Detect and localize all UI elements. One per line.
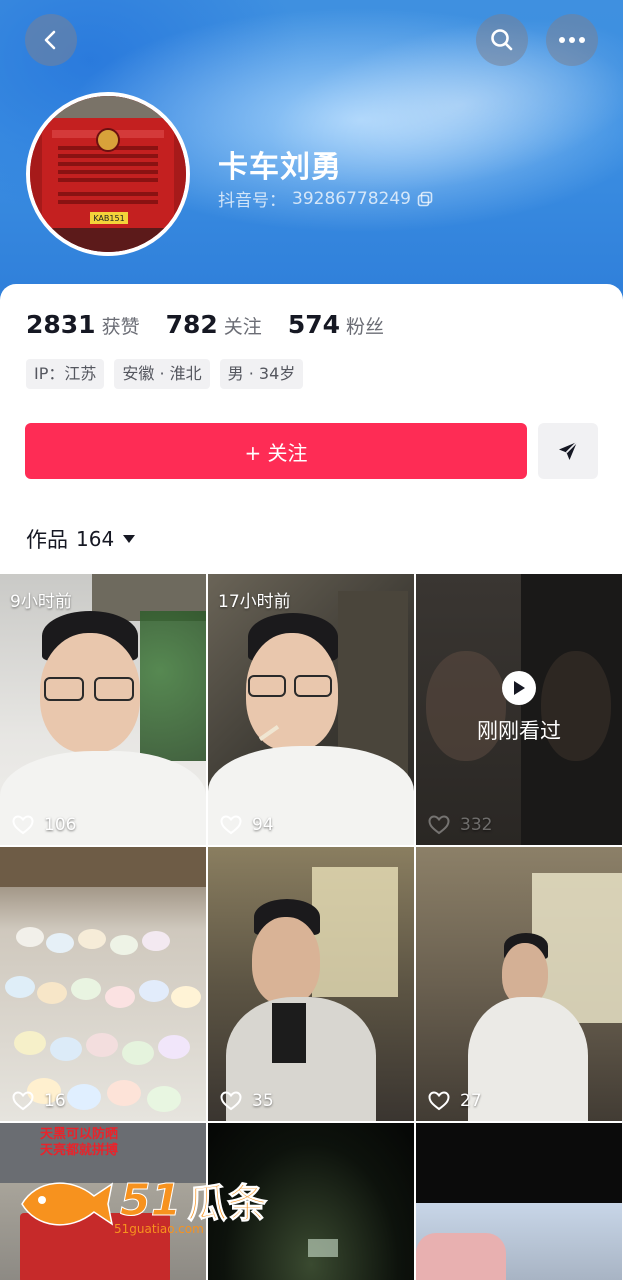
heart-icon	[12, 1091, 34, 1111]
video-tile[interactable]: 35	[208, 847, 414, 1121]
works-tab-count: 164	[76, 527, 115, 551]
video-tile[interactable]: 17小时前 94	[208, 571, 414, 845]
stat-following[interactable]: 782 关注	[166, 310, 262, 339]
tag-ip: IP：江苏	[26, 359, 105, 389]
tag-location[interactable]: 安徽 · 淮北	[114, 359, 210, 389]
tab-works[interactable]: 作品 164	[26, 524, 136, 554]
tag-gender-age: 男 · 34岁	[219, 359, 304, 389]
works-tab-label: 作品	[26, 528, 68, 552]
video-likes: 35	[220, 1091, 274, 1111]
heart-icon	[220, 815, 242, 835]
douyin-id-label: 抖音号：	[218, 191, 286, 211]
video-likes-count: 16	[44, 1091, 66, 1111]
douyin-id-value: 39286778249	[292, 188, 411, 209]
stat-followers[interactable]: 574 粉丝	[288, 310, 384, 339]
video-likes: 27	[428, 1091, 482, 1111]
profile-info-card: 2831 获赞 782 关注 574 粉丝 IP：江苏 安徽 · 淮北 男 · …	[0, 284, 623, 574]
back-button[interactable]	[25, 14, 77, 66]
video-likes-count: 94	[252, 815, 274, 835]
heart-icon	[428, 1091, 450, 1111]
video-time: 17小时前	[218, 592, 291, 612]
video-likes: 106	[12, 815, 76, 835]
watermark-logo: 51 瓜条 51guatiao.com	[18, 1170, 268, 1236]
avatar-truck-image: KAB151	[30, 96, 186, 252]
video-overlay-text: 天黑可以防晒 天亮都就拼搏	[40, 1127, 119, 1158]
more-button[interactable]	[546, 14, 598, 66]
stat-label: 粉丝	[346, 316, 385, 338]
follow-button[interactable]: + 关注	[25, 423, 527, 479]
profile-name: 卡车刘勇	[218, 150, 342, 185]
plate-text: KAB151	[93, 214, 124, 223]
watermark-url: 51guatiao.com	[114, 1222, 204, 1236]
message-button[interactable]	[538, 423, 598, 479]
heart-icon	[220, 1091, 242, 1111]
video-likes: 94	[220, 815, 274, 835]
stat-value: 574	[287, 310, 340, 339]
video-likes-count: 27	[460, 1091, 482, 1111]
stat-value: 2831	[26, 310, 96, 339]
stat-label: 关注	[223, 316, 262, 338]
video-tile[interactable]: 16	[0, 847, 206, 1121]
video-tile-watched[interactable]: 刚刚看过 332	[416, 571, 622, 845]
play-icon	[502, 671, 536, 705]
douyin-id: 抖音号： 39286778249	[218, 186, 433, 211]
copy-icon[interactable]	[417, 191, 433, 207]
watched-overlay: 刚刚看过	[416, 571, 622, 845]
video-time: 9小时前	[10, 592, 72, 612]
send-icon	[559, 441, 578, 460]
cups-image	[0, 847, 206, 1112]
video-tile[interactable]: 9小时前 106	[0, 571, 206, 845]
stats-row: 2831 获赞 782 关注 574 粉丝	[26, 310, 410, 339]
fish-icon	[21, 1182, 114, 1226]
more-icon	[559, 37, 585, 43]
stat-likes[interactable]: 2831 获赞	[26, 310, 140, 339]
video-tile[interactable]	[416, 1123, 622, 1280]
search-button[interactable]	[476, 14, 528, 66]
stat-label: 获赞	[101, 316, 140, 338]
profile-tags: IP：江苏 安徽 · 淮北 男 · 34岁	[26, 359, 304, 389]
watermark-number: 51	[119, 1174, 182, 1226]
video-tile[interactable]: 27	[416, 847, 622, 1121]
heart-icon	[12, 815, 34, 835]
video-likes: 16	[12, 1091, 66, 1111]
avatar[interactable]: KAB151	[26, 92, 190, 256]
stat-value: 782	[165, 310, 218, 339]
chevron-left-icon	[44, 30, 56, 50]
caret-down-icon	[123, 535, 136, 543]
video-likes-count: 35	[252, 1091, 274, 1111]
watermark-name: 瓜条	[187, 1181, 268, 1228]
video-likes-count: 106	[44, 815, 77, 835]
search-icon	[491, 29, 513, 51]
watched-label: 刚刚看过	[477, 719, 561, 743]
